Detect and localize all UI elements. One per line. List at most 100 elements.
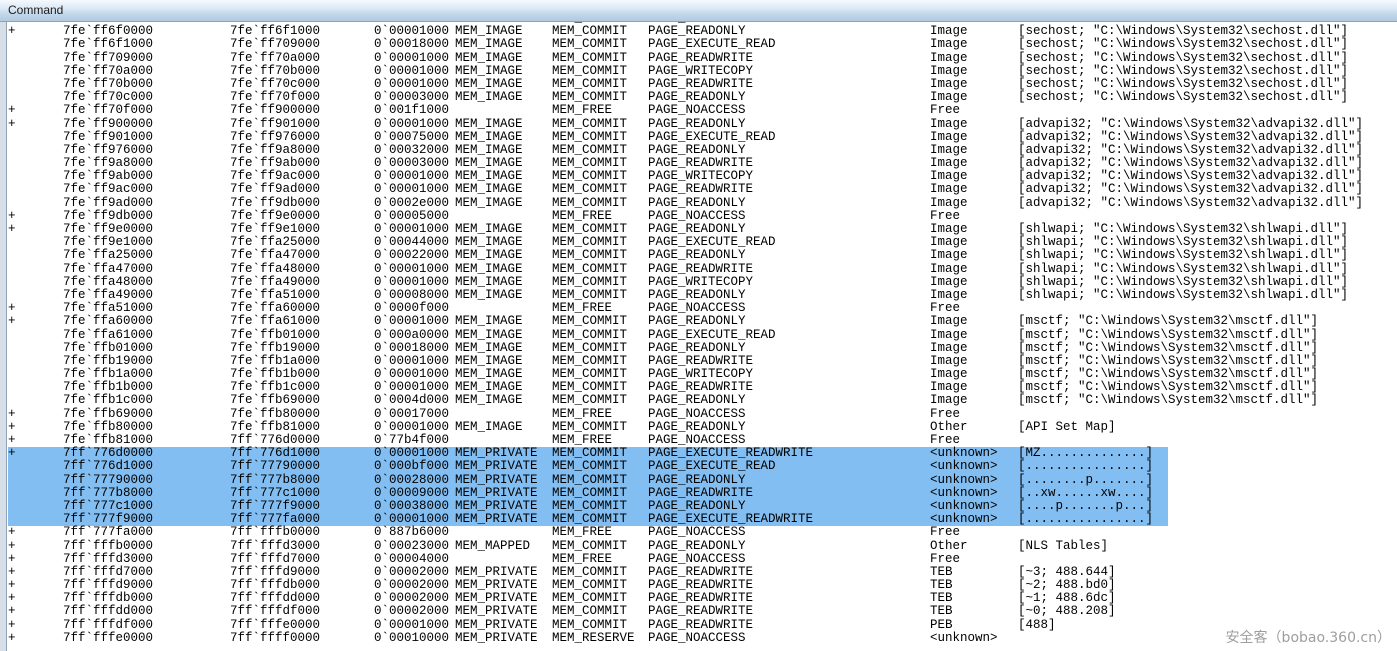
- type-cell: MEM_IMAGE: [455, 289, 523, 302]
- usage-cell: Image: [930, 118, 968, 131]
- memory-row[interactable]: + 7ff`777fa000 7ff`fffb0000 0`887b6000 M…: [8, 526, 1397, 539]
- memory-row[interactable]: 7fe`ff9ad000 7fe`ff9db000 0`0002e000 MEM…: [8, 197, 1397, 210]
- protect-cell: PAGE_READWRITE: [648, 183, 753, 196]
- command-pane-titlebar[interactable]: Command: [0, 0, 1397, 22]
- base-address-cell: 7fe`ff70a000: [63, 65, 153, 78]
- state-cell: MEM_COMMIT: [552, 487, 627, 500]
- expand-flag[interactable]: +: [8, 526, 16, 539]
- expand-flag[interactable]: +: [8, 25, 16, 38]
- state-cell: MEM_FREE: [552, 553, 612, 566]
- expand-flag[interactable]: +: [8, 619, 16, 632]
- region-size-cell: 0`000bf000: [374, 460, 449, 473]
- memory-row[interactable]: 7fe`ff70a000 7fe`ff70b000 0`00001000 MEM…: [8, 65, 1397, 78]
- expand-flag[interactable]: +: [8, 408, 16, 421]
- memory-row[interactable]: 7fe`ff6f1000 7fe`ff709000 0`00018000 MEM…: [8, 38, 1397, 51]
- end-address-cell: 7fe`ffa49000: [230, 276, 320, 289]
- memory-row[interactable]: + 7ff`fffe0000 7ff`ffff0000 0`00010000 M…: [8, 632, 1397, 645]
- memory-row[interactable]: + 7fe`ffb69000 7fe`ffb80000 0`00017000 M…: [8, 408, 1397, 421]
- end-address-cell: 7ff`ffff0000: [230, 632, 320, 645]
- base-address-cell: 7ff`fffd3000: [63, 553, 153, 566]
- type-cell: MEM_IMAGE: [455, 329, 523, 342]
- protect-cell: PAGE_WRITECOPY: [648, 276, 753, 289]
- end-address-cell: 7fe`ffb69000: [230, 394, 320, 407]
- details-cell: [................]: [1018, 513, 1153, 526]
- memory-row[interactable]: 7fe`ffb1c000 7fe`ffb69000 0`0004d000 MEM…: [8, 394, 1397, 407]
- left-border-strip: [0, 22, 7, 651]
- region-size-cell: 0`00022000: [374, 249, 449, 262]
- usage-cell: <unknown>: [930, 460, 998, 473]
- expand-flag[interactable]: +: [8, 315, 16, 328]
- memory-row[interactable]: 7fe`ff901000 7fe`ff976000 0`00075000 MEM…: [8, 131, 1397, 144]
- type-cell: MEM_IMAGE: [455, 249, 523, 262]
- protect-cell: PAGE_READWRITE: [648, 605, 753, 618]
- expand-flag[interactable]: +: [8, 632, 16, 645]
- usage-cell: Image: [930, 315, 968, 328]
- region-size-cell: 0`00010000: [374, 632, 449, 645]
- expand-flag[interactable]: +: [8, 118, 16, 131]
- protect-cell: PAGE_READWRITE: [648, 619, 753, 632]
- memory-row[interactable]: 7ff`777b8000 7ff`777c1000 0`00009000 MEM…: [8, 487, 1397, 500]
- base-address-cell: 7ff`fffdf000: [63, 619, 153, 632]
- memory-row[interactable]: + 7fe`ffa60000 7fe`ffa61000 0`00001000 M…: [8, 315, 1397, 328]
- region-size-cell: 0`00001000: [374, 263, 449, 276]
- region-size-cell: 0`0002e000: [374, 197, 449, 210]
- memory-row[interactable]: 7fe`ffa61000 7fe`ffb01000 0`000a0000 MEM…: [8, 329, 1397, 342]
- usage-cell: Image: [930, 65, 968, 78]
- memory-row[interactable]: 7fe`ffa25000 7fe`ffa47000 0`00022000 MEM…: [8, 249, 1397, 262]
- details-cell: [sechost; "C:\Windows\System32\sechost.d…: [1018, 38, 1348, 51]
- details-cell: [msctf; "C:\Windows\System32\msctf.dll"]: [1018, 394, 1318, 407]
- memory-row[interactable]: 7fe`ffa47000 7fe`ffa48000 0`00001000 MEM…: [8, 263, 1397, 276]
- expand-flag[interactable]: +: [8, 104, 16, 117]
- expand-flag[interactable]: +: [8, 540, 16, 553]
- usage-cell: Image: [930, 394, 968, 407]
- expand-flag[interactable]: +: [8, 553, 16, 566]
- memory-row[interactable]: + 7ff`fffd3000 7ff`fffd7000 0`00004000 M…: [8, 553, 1397, 566]
- details-cell: [........p.......]: [1018, 474, 1153, 487]
- command-output-area[interactable]: + 7fe`ff4ce000 7fe`ff6f0000 0`00222000 M…: [0, 22, 1397, 651]
- end-address-cell: 7fe`ff976000: [230, 131, 320, 144]
- state-cell: MEM_COMMIT: [552, 474, 627, 487]
- end-address-cell: 7ff`fffd3000: [230, 540, 320, 553]
- memory-row[interactable]: + 7ff`fffdd000 7ff`fffdf000 0`00002000 M…: [8, 605, 1397, 618]
- protect-cell: PAGE_NOACCESS: [648, 104, 746, 117]
- details-cell: [shlwapi; "C:\Windows\System32\shlwapi.d…: [1018, 276, 1348, 289]
- type-cell: MEM_IMAGE: [455, 91, 523, 104]
- protect-cell: PAGE_READONLY: [648, 474, 746, 487]
- memory-row[interactable]: + 7fe`ff70f000 7fe`ff900000 0`001f1000 M…: [8, 104, 1397, 117]
- usage-cell: Image: [930, 249, 968, 262]
- base-address-cell: 7ff`fffe0000: [63, 632, 153, 645]
- memory-row[interactable]: 7ff`776d1000 7ff`77790000 0`000bf000 MEM…: [8, 460, 1397, 473]
- end-address-cell: 7fe`ff9db000: [230, 197, 320, 210]
- memory-row[interactable]: + 7fe`ff900000 7fe`ff901000 0`00001000 M…: [8, 118, 1397, 131]
- type-cell: MEM_PRIVATE: [455, 474, 538, 487]
- type-cell: MEM_IMAGE: [455, 131, 523, 144]
- end-address-cell: 7ff`fffe0000: [230, 619, 320, 632]
- region-size-cell: 0`000a0000: [374, 329, 449, 342]
- base-address-cell: 7fe`ffb69000: [63, 408, 153, 421]
- type-cell: MEM_IMAGE: [455, 52, 523, 65]
- end-address-cell: 7fe`ffb19000: [230, 342, 320, 355]
- base-address-cell: 7fe`ffa48000: [63, 276, 153, 289]
- expand-flag[interactable]: +: [8, 605, 16, 618]
- memory-row[interactable]: 7fe`ff709000 7fe`ff70a000 0`00001000 MEM…: [8, 52, 1397, 65]
- memory-row[interactable]: 7fe`ffb01000 7fe`ffb19000 0`00018000 MEM…: [8, 342, 1397, 355]
- region-size-cell: 0`00001000: [374, 315, 449, 328]
- expand-flag[interactable]: +: [8, 447, 16, 460]
- memory-row[interactable]: 7fe`ffa48000 7fe`ffa49000 0`00001000 MEM…: [8, 276, 1397, 289]
- details-cell: [advapi32; "C:\Windows\System32\advapi32…: [1018, 131, 1363, 144]
- state-cell: MEM_COMMIT: [552, 394, 627, 407]
- region-size-cell: 0`00001000: [374, 65, 449, 78]
- memory-row[interactable]: 7ff`77790000 7ff`777b8000 0`00028000 MEM…: [8, 474, 1397, 487]
- base-address-cell: 7ff`77790000: [63, 474, 153, 487]
- expand-flag[interactable]: +: [8, 223, 16, 236]
- memory-row[interactable]: 7fe`ff9ac000 7fe`ff9ad000 0`00001000 MEM…: [8, 183, 1397, 196]
- region-size-cell: 0`00001000: [374, 52, 449, 65]
- end-address-cell: 7fe`ff9ad000: [230, 183, 320, 196]
- type-cell: MEM_IMAGE: [455, 394, 523, 407]
- type-cell: MEM_PRIVATE: [455, 513, 538, 526]
- memory-row[interactable]: + 7ff`fffb0000 7ff`fffd3000 0`00023000 M…: [8, 540, 1397, 553]
- protect-cell: PAGE_READONLY: [648, 540, 746, 553]
- usage-cell: Free: [930, 408, 960, 421]
- memory-row[interactable]: + 7ff`fffdf000 7ff`fffe0000 0`00001000 M…: [8, 619, 1397, 632]
- end-address-cell: 7fe`ffa61000: [230, 315, 320, 328]
